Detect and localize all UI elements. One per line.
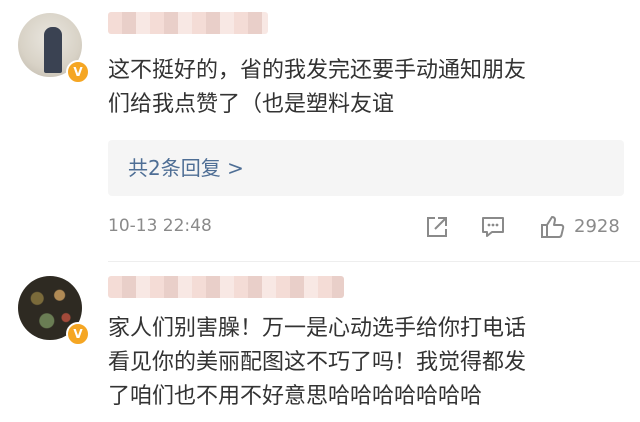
username-blurred[interactable] [108,276,344,298]
view-replies-link[interactable]: 共2条回复 > [128,152,244,184]
thumbs-up-icon[interactable] [540,214,566,240]
comment-text: 家人们别害臊！万一是心动选手给你打电话 看见你的美丽配图这不巧了吗！我觉得都发 … [108,312,628,414]
comment-meta: 10-13 22:48 2928 [108,214,628,244]
like-count: 2928 [574,216,620,237]
comment-item: V 这不挺好的，省的我发完还要手动通知朋友 们给我点赞了（也是塑料友谊 共2条回… [0,0,640,262]
comment-text-line: 家人们别害臊！万一是心动选手给你打电话 [108,316,527,341]
share-icon[interactable] [424,214,450,240]
comment-text-line: 看见你的美丽配图这不巧了吗！我觉得都发 [108,350,527,375]
comment-text-line: 们给我点赞了（也是塑料友谊 [108,92,395,117]
verified-badge-icon: V [66,60,90,84]
timestamp: 10-13 22:48 [108,216,212,236]
comment-icon[interactable] [480,214,506,240]
comment-text-line: 这不挺好的，省的我发完还要手动通知朋友 [108,58,527,83]
reply-box[interactable]: 共2条回复 > [108,140,624,196]
verified-badge-icon: V [66,322,90,346]
comment-text-line: 了咱们也不用不好意思哈哈哈哈哈哈哈 [108,384,483,409]
comment-text: 这不挺好的，省的我发完还要手动通知朋友 们给我点赞了（也是塑料友谊 [108,54,628,122]
username-blurred[interactable] [108,12,268,34]
